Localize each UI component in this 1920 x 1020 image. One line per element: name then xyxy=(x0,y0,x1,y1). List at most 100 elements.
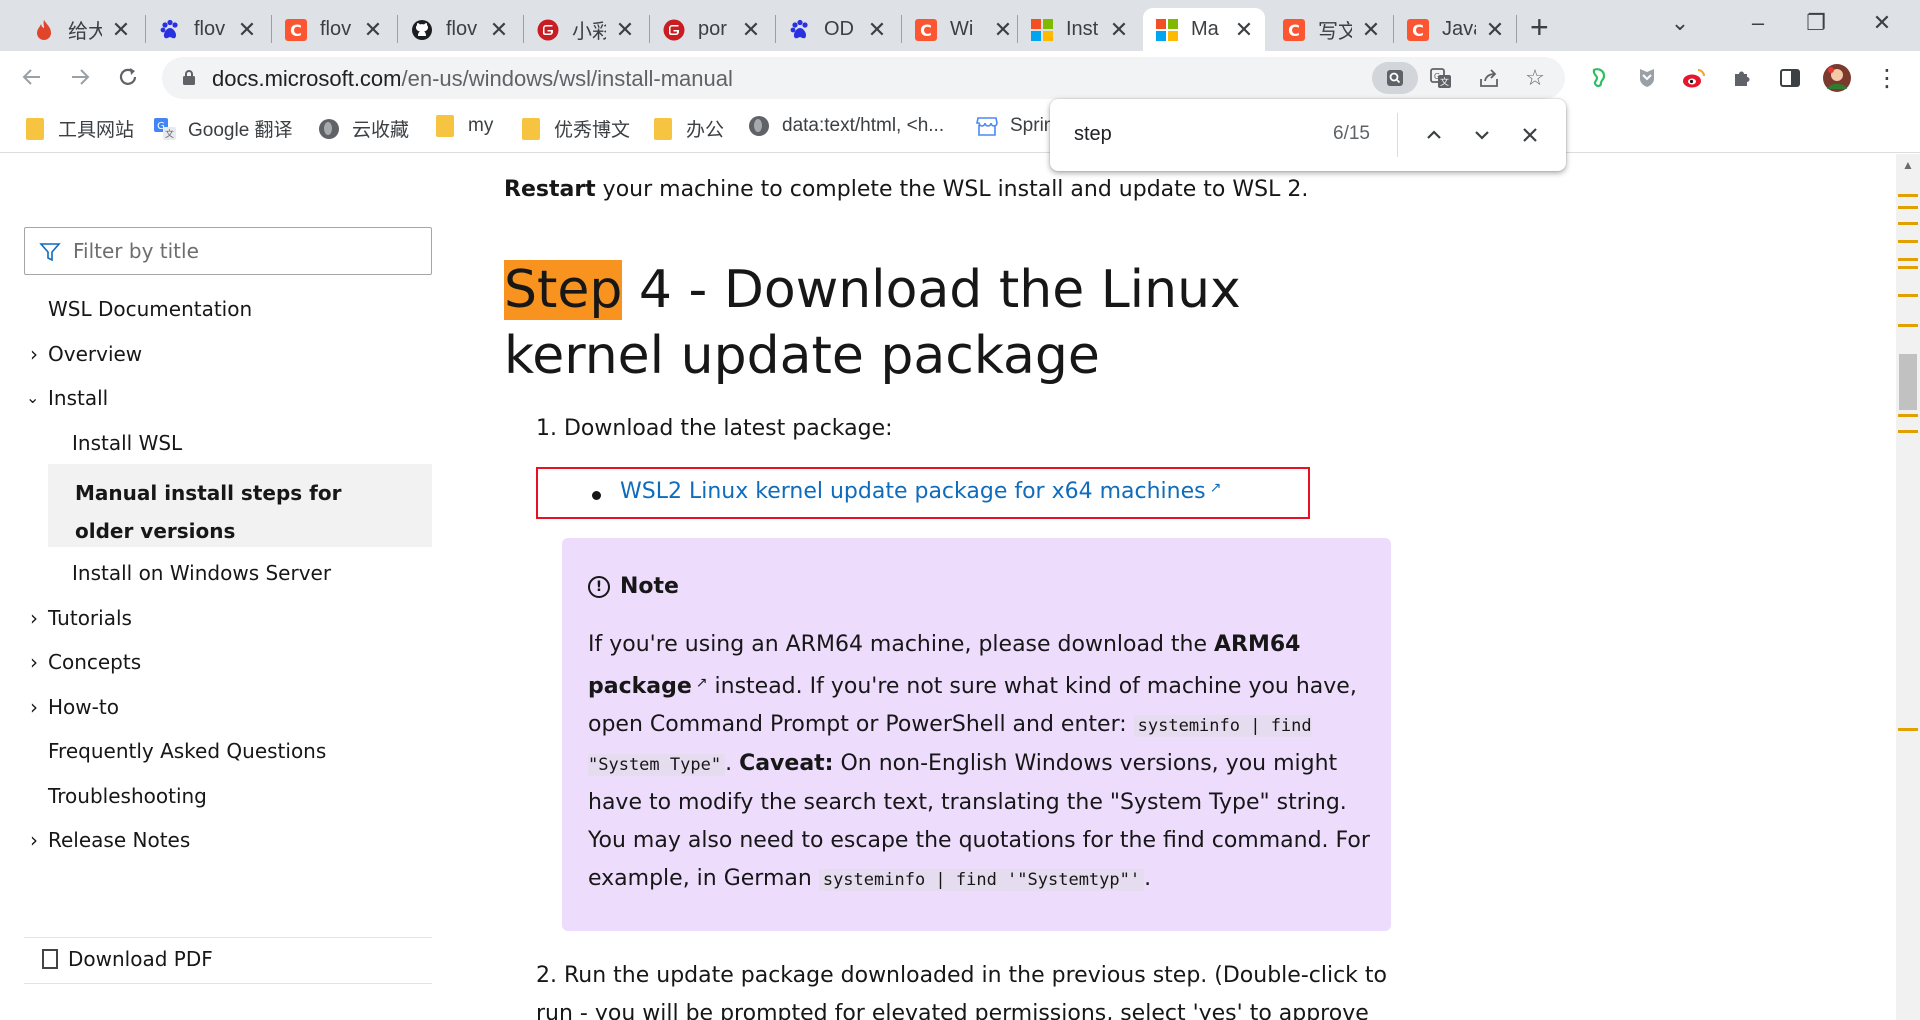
bookmarks-bar: 工具网站 G文 Google 翻译 云收藏 my 优秀博文 办公 data:te… xyxy=(0,103,1920,153)
close-tab-icon[interactable]: ✕ xyxy=(236,18,258,41)
bookmark-folder[interactable]: my xyxy=(434,115,493,137)
svg-text:文: 文 xyxy=(1440,76,1449,88)
address-bar[interactable]: docs.microsoft.com/en-us/windows/wsl/ins… xyxy=(162,57,1565,99)
svg-text:文: 文 xyxy=(165,128,174,140)
external-link-icon: ↗ xyxy=(1209,480,1222,496)
scroll-up-arrow-icon[interactable]: ▲ xyxy=(1902,158,1914,172)
find-input[interactable]: step xyxy=(1074,123,1112,146)
browser-tab[interactable]: flov ✕ xyxy=(146,8,268,51)
minimize-button[interactable]: – xyxy=(1738,6,1778,40)
more-menu-icon[interactable]: ⋮ xyxy=(1872,63,1902,93)
tab-search-chevron-icon[interactable]: ⌄ xyxy=(1660,6,1700,40)
puzzle-extensions-icon[interactable] xyxy=(1727,63,1757,93)
new-tab-button[interactable]: + xyxy=(1530,11,1549,43)
folder-icon xyxy=(434,115,456,137)
toc-item-release-notes[interactable]: › Release Notes xyxy=(30,828,190,852)
tab-strip: 给大 ✕ flov ✕ C flov ✕ flov ✕ 小彩 ✕ por ✕ O… xyxy=(0,0,1920,51)
bookmark-link[interactable]: Sprin xyxy=(976,115,1054,137)
browser-toolbar: docs.microsoft.com/en-us/windows/wsl/ins… xyxy=(0,51,1920,103)
toc-item-tutorials[interactable]: › Tutorials xyxy=(30,606,132,630)
restart-paragraph: Restart your machine to complete the WSL… xyxy=(504,177,1309,202)
browser-tab[interactable]: C Wi ✕ xyxy=(902,8,1024,51)
find-previous-button[interactable] xyxy=(1416,117,1452,153)
gitee-icon xyxy=(536,18,560,42)
browser-tab[interactable]: Inst ✕ xyxy=(1018,8,1140,51)
profile-avatar[interactable] xyxy=(1822,63,1852,93)
close-tab-icon[interactable]: ✕ xyxy=(992,18,1014,41)
toc-item-concepts[interactable]: › Concepts xyxy=(30,650,141,674)
toc-item-manual-install-active[interactable]: Manual install steps for older versions xyxy=(48,464,432,547)
weibo-extension-icon[interactable] xyxy=(1679,63,1709,93)
shield-extension-icon[interactable] xyxy=(1632,63,1662,93)
svg-text:G: G xyxy=(1434,72,1440,81)
step4-heading: Step 4 - Download the Linux kernel updat… xyxy=(504,260,1241,386)
close-tab-icon[interactable]: ✕ xyxy=(1233,18,1255,41)
close-tab-icon[interactable]: ✕ xyxy=(362,18,384,41)
gitee-icon xyxy=(662,18,686,42)
download-pdf-link[interactable]: Download PDF xyxy=(42,947,213,971)
find-next-button[interactable] xyxy=(1464,117,1500,153)
close-tab-icon[interactable]: ✕ xyxy=(740,18,762,41)
step1-text: 1. Download the latest package: xyxy=(536,416,893,441)
toc-item-how-to[interactable]: › How-to xyxy=(30,695,119,719)
evernote-extension-icon[interactable] xyxy=(1584,63,1614,93)
close-tab-icon[interactable]: ✕ xyxy=(1484,18,1506,41)
bookmark-link[interactable]: 云收藏 xyxy=(318,115,409,142)
browser-tab[interactable]: por ✕ xyxy=(650,8,772,51)
toc-item-faq[interactable]: Frequently Asked Questions xyxy=(48,739,326,763)
toc-sidebar: Filter by title WSL Documentation › Over… xyxy=(24,154,432,1020)
browser-tab[interactable]: 小彩 ✕ xyxy=(524,8,646,51)
browser-tab[interactable]: OD ✕ xyxy=(776,8,898,51)
forward-arrow-icon[interactable] xyxy=(62,59,98,95)
browser-tab[interactable]: C flov ✕ xyxy=(272,8,394,51)
scrollbar-thumb[interactable] xyxy=(1899,354,1917,410)
toc-item-troubleshooting[interactable]: Troubleshooting xyxy=(48,784,207,808)
bookmark-link[interactable]: data:text/html, <h... xyxy=(748,115,944,137)
close-tab-icon[interactable]: ✕ xyxy=(866,18,888,41)
translate-icon[interactable]: 文G xyxy=(1424,62,1458,94)
lock-icon xyxy=(183,70,195,85)
browser-tab[interactable]: 给大 ✕ xyxy=(20,8,142,51)
funnel-icon xyxy=(39,243,61,262)
browser-tab[interactable]: C Java ✕ xyxy=(1394,8,1516,51)
filter-by-title-input[interactable]: Filter by title xyxy=(24,227,432,275)
browser-tab[interactable]: C 写文 ✕ xyxy=(1270,8,1392,51)
scrollbar[interactable]: ▲ xyxy=(1896,154,1920,1020)
highlight-box: WSL2 Linux kernel update package for x64… xyxy=(536,467,1310,519)
toc-item-overview[interactable]: › Overview xyxy=(30,342,142,366)
bookmark-folder[interactable]: 优秀博文 xyxy=(520,115,630,142)
bookmark-link[interactable]: G文 Google 翻译 xyxy=(154,115,293,142)
share-icon[interactable] xyxy=(1472,62,1506,94)
toc-item-wsl-documentation[interactable]: WSL Documentation xyxy=(48,297,252,321)
find-in-page-icon[interactable] xyxy=(1372,62,1418,94)
reload-icon[interactable] xyxy=(110,59,146,95)
kernel-update-download-link[interactable]: WSL2 Linux kernel update package for x64… xyxy=(620,479,1221,504)
google-translate-icon: G文 xyxy=(154,117,176,140)
bookmark-star-icon[interactable]: ☆ xyxy=(1518,62,1552,94)
toc-item-install-wsl[interactable]: Install WSL xyxy=(72,431,182,455)
close-tab-icon[interactable]: ✕ xyxy=(1360,18,1382,41)
browser-tab-active[interactable]: Ma ✕ xyxy=(1143,8,1265,51)
toc-item-install[interactable]: ⌄ Install xyxy=(26,386,108,410)
close-tab-icon[interactable]: ✕ xyxy=(1108,18,1130,41)
back-arrow-icon[interactable] xyxy=(14,59,50,95)
note-body: If you're using an ARM64 machine, please… xyxy=(588,632,1370,891)
bookmark-folder[interactable]: 办公 xyxy=(652,115,724,142)
baidu-paw-icon xyxy=(788,18,812,42)
close-window-button[interactable]: ✕ xyxy=(1862,6,1902,40)
close-tab-icon[interactable]: ✕ xyxy=(488,18,510,41)
side-panel-icon[interactable] xyxy=(1775,63,1805,93)
chevron-right-icon: › xyxy=(30,606,38,630)
github-icon xyxy=(410,18,434,42)
close-tab-icon[interactable]: ✕ xyxy=(614,18,636,41)
chevron-right-icon: › xyxy=(30,650,38,674)
find-close-button[interactable] xyxy=(1512,117,1548,153)
csdn-icon: C xyxy=(1282,18,1306,42)
folder-icon xyxy=(652,117,674,140)
browser-tab[interactable]: flov ✕ xyxy=(398,8,520,51)
toc-item-install-windows-server[interactable]: Install on Windows Server xyxy=(72,561,331,585)
restore-button[interactable]: ❐ xyxy=(1796,6,1836,40)
svg-text:C: C xyxy=(920,21,932,40)
close-tab-icon[interactable]: ✕ xyxy=(110,18,132,41)
bookmark-folder[interactable]: 工具网站 xyxy=(24,115,134,142)
